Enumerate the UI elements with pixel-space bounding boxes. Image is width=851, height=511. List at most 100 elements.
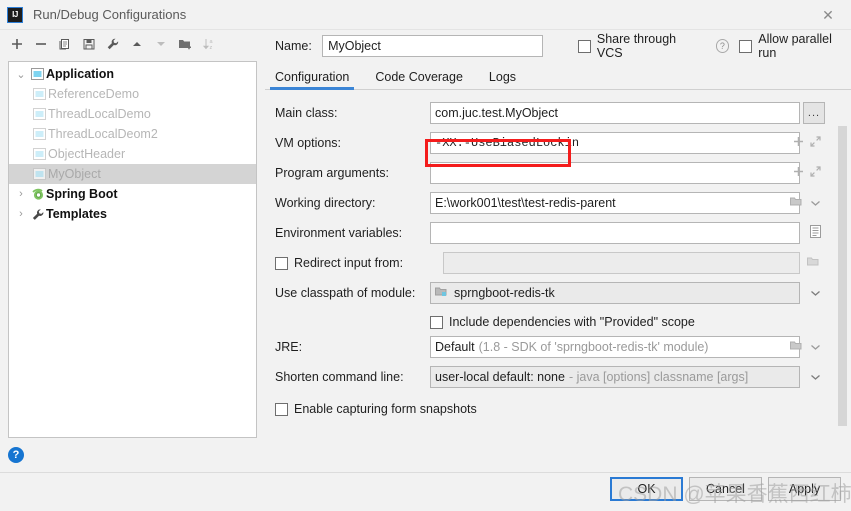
enable-snapshots-label: Enable capturing form snapshots [294,402,477,416]
tree-node-templates[interactable]: › Templates [9,204,256,224]
tree-node-threadlocaldeom2[interactable]: ThreadLocalDeom2 [9,124,256,144]
tab-code-coverage[interactable]: Code Coverage [375,70,463,89]
classpath-module-combo[interactable]: sprngboot-redis-tk [430,282,820,304]
dialog-footer: OK Cancel Apply [0,472,851,511]
jre-combo[interactable]: Default (1.8 - SDK of 'sprngboot-redis-t… [430,336,820,358]
tree-node-label: ObjectHeader [48,147,126,161]
spring-boot-icon [29,188,46,201]
shorten-command-line-value: user-local default: none [435,370,565,384]
include-provided-label: Include dependencies with "Provided" sco… [449,315,695,329]
jre-label: JRE: [275,340,303,354]
plus-icon[interactable] [793,166,804,180]
name-input[interactable] [322,35,543,57]
tree-node-referencedemo[interactable]: ReferenceDemo [9,84,256,104]
shorten-command-line-combo[interactable]: user-local default: none - java [options… [430,366,820,388]
tree-node-objectheader[interactable]: ObjectHeader [9,144,256,164]
edit-templates-button[interactable] [102,33,124,55]
redirect-input-label: Redirect input from: [294,256,404,270]
classpath-module-value: sprngboot-redis-tk [454,286,555,300]
share-through-vcs-row[interactable]: Share through VCS ? Allow parallel run [577,32,851,60]
working-directory-value: E:\work001\test\test-redis-parent [435,196,616,210]
share-through-vcs-checkbox[interactable] [577,39,591,53]
working-directory-row: Working directory: E:\work001\test\test-… [275,190,825,216]
form-scrollbar-thumb[interactable] [838,126,847,426]
tree-node-spring-boot[interactable]: › Spring Boot [9,184,256,204]
module-icon [435,286,449,301]
chevron-right-icon[interactable]: › [13,188,29,200]
run-debug-configurations-dialog: IJ Run/Debug Configurations ✕ a z ⌄ Appl… [0,0,851,511]
plus-icon[interactable] [793,136,804,150]
include-provided-checkbox[interactable] [430,315,443,329]
environment-variables-input[interactable] [430,222,821,244]
move-up-button[interactable] [126,33,148,55]
environment-variables-row: Environment variables: [275,220,825,246]
configurations-tree[interactable]: ⌄ Application ReferenceDemo ThreadLocalD… [8,61,257,438]
sort-configurations-button[interactable]: az [198,33,220,55]
dialog-body: az ⌄ Application ReferenceDemo ThreadLoc… [0,30,851,478]
tree-node-label: ReferenceDemo [48,87,140,101]
new-folder-button[interactable] [174,33,196,55]
move-down-button[interactable] [150,33,172,55]
cancel-button[interactable]: Cancel [689,477,762,501]
redirect-input-checkbox[interactable] [275,256,288,270]
question-mark-icon[interactable]: ? [715,39,730,53]
program-arguments-input[interactable] [430,162,821,184]
program-arguments-label: Program arguments: [275,166,389,180]
classpath-module-label: Use classpath of module: [275,286,416,300]
main-class-row: Main class: com.juc.test.MyObject ... [275,100,825,126]
add-configuration-button[interactable] [6,33,28,55]
allow-parallel-run-checkbox[interactable] [739,39,753,53]
program-arguments-row: Program arguments: [275,160,825,186]
share-through-vcs-label: Share through VCS [596,32,677,60]
run-config-icon [31,108,48,120]
intellij-idea-logo-icon: IJ [7,6,23,23]
application-icon [29,68,46,80]
jre-row: JRE: Default (1.8 - SDK of 'sprngboot-re… [275,334,825,360]
save-configuration-button[interactable] [78,33,100,55]
name-label: Name: [275,39,312,53]
jre-value: Default [435,340,475,354]
vm-options-input[interactable]: -XX:-UseBiasedLockin [430,132,821,154]
tree-node-application[interactable]: ⌄ Application [9,64,256,84]
copy-configuration-button[interactable] [54,33,76,55]
jre-value-hint: (1.8 - SDK of 'sprngboot-redis-tk' modul… [478,340,709,354]
folder-icon[interactable] [790,196,804,210]
form-scrollbar[interactable] [838,126,847,478]
main-class-label: Main class: [275,106,338,120]
tree-node-label: Templates [46,207,107,221]
tree-node-label: ThreadLocalDeom2 [48,127,158,141]
svg-text:z: z [209,45,212,51]
classpath-module-row: Use classpath of module: sprngboot-redis… [275,280,825,306]
footer-divider [0,472,851,473]
chevron-down-icon[interactable]: ⌄ [13,68,29,81]
tree-node-label: Application [46,67,115,81]
tree-node-label: ThreadLocalDemo [48,107,151,121]
help-button[interactable]: ? [8,447,24,463]
apply-button[interactable]: Apply [768,477,841,501]
remove-configuration-button[interactable] [30,33,52,55]
dialog-buttons: OK Cancel Apply [610,477,841,501]
ok-button[interactable]: OK [610,477,683,501]
run-config-icon [31,128,48,140]
tab-logs[interactable]: Logs [489,70,516,89]
working-directory-input[interactable]: E:\work001\test\test-redis-parent [430,192,820,214]
tree-node-threadlocaldemo[interactable]: ThreadLocalDemo [9,104,256,124]
enable-snapshots-row: Enable capturing form snapshots [275,396,825,422]
allow-parallel-run-label: Allow parallel run [758,32,832,60]
main-class-browse-button[interactable]: ... [803,102,825,124]
shorten-command-line-row: Shorten command line: user-local default… [275,364,825,390]
window-title: Run/Debug Configurations [33,7,187,22]
chevron-right-icon[interactable]: › [13,208,29,220]
title-bar: IJ Run/Debug Configurations ✕ [0,0,851,30]
tab-configuration[interactable]: Configuration [269,70,355,90]
working-directory-label: Working directory: [275,196,376,210]
program-arguments-icons [793,166,821,180]
close-icon[interactable]: ✕ [805,0,851,30]
folder-icon[interactable] [790,340,804,354]
main-class-input[interactable]: com.juc.test.MyObject [430,102,800,124]
run-config-icon [31,88,48,100]
vm-options-row: VM options: -XX:-UseBiasedLockin [275,130,825,156]
configurations-toolbar: az [0,30,265,58]
enable-snapshots-checkbox[interactable] [275,402,288,416]
tree-node-myobject[interactable]: MyObject [9,164,256,184]
